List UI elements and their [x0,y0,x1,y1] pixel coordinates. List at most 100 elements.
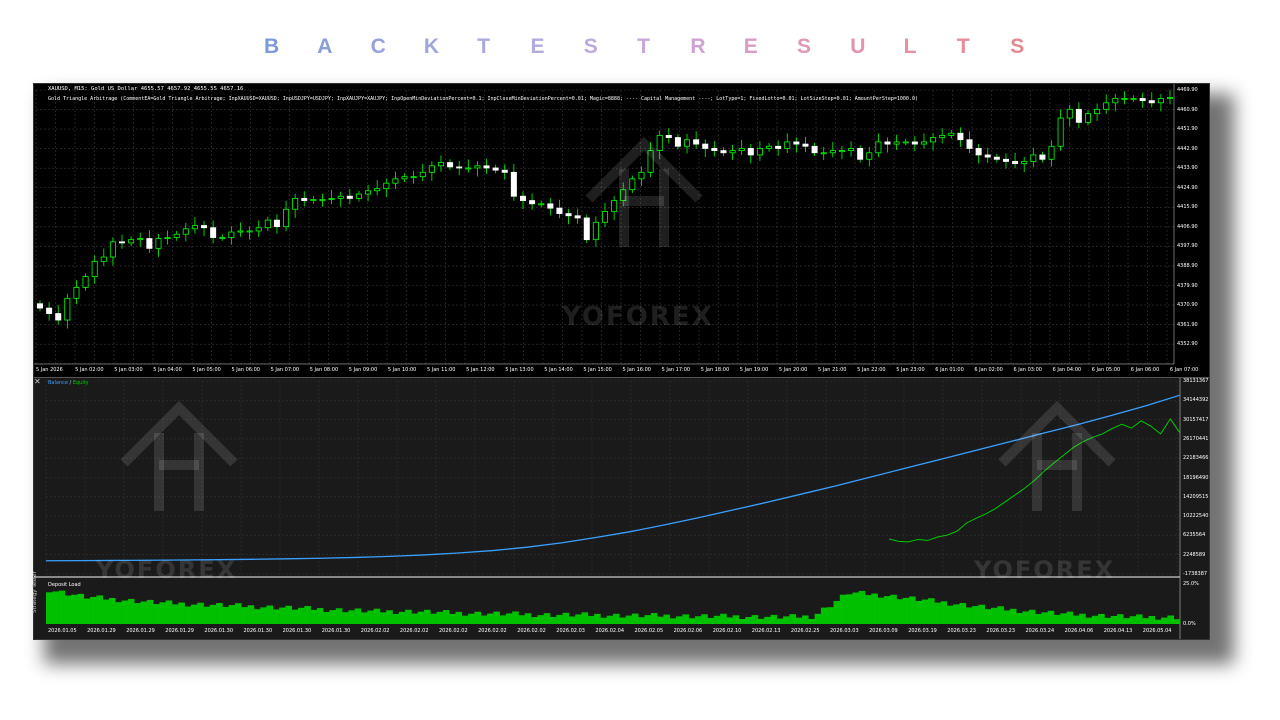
deposit-bar [783,616,790,624]
candle-body [1075,108,1082,123]
candle-body [838,150,845,153]
deposit-bar [1009,608,1017,624]
deposit-bar [398,611,406,624]
candle-body [401,176,408,180]
date-tick-label: 2026.02.02 [517,628,546,634]
deposit-bar [940,601,948,624]
close-icon[interactable]: ✕ [34,378,42,386]
candle-body [629,178,636,191]
deposit-bar [613,613,620,624]
date-tick-label: 2026.02.13 [751,628,781,634]
candle-body [510,171,517,197]
balance-chart-canvas [34,378,1181,639]
deposit-bar [58,590,66,624]
deposit-bar [1079,613,1086,624]
deposit-bar [1129,616,1137,624]
tester-grid [45,380,1180,575]
candle-body [301,197,308,201]
candle-body [611,200,618,212]
time-tick-label: 5 Jan 17:00 [661,367,691,373]
deposit-bar [354,608,362,624]
candle-body [920,141,927,145]
candle-body [492,167,499,171]
date-tick-label: 2026.03.23 [947,628,976,634]
candle-body [766,145,773,149]
time-tick-label: 5 Jan 11:00 [427,367,456,373]
deposit-bar [946,605,954,624]
deposit-bar [455,611,463,624]
heading-letter: R [690,35,706,58]
deposit-bar [1003,610,1011,624]
date-tick-label: 2026.01.30 [282,628,312,634]
strategy-tester-tab[interactable]: Strategy Tester [32,571,38,613]
deposit-bar [1154,619,1162,624]
candle-body [1167,96,1174,99]
heading-letter: T [637,35,650,58]
candle-body [100,256,107,262]
time-tick-label: 6 Jan 07:00 [1169,367,1199,373]
balance-tick-label: 6235564 [1183,532,1206,539]
candle-body [1066,108,1073,119]
deposit-bar [934,602,941,624]
time-tick-label: 5 Jan 12:00 [466,367,495,373]
candle-body [993,156,1000,160]
price-chart-canvas[interactable] [34,84,1209,377]
date-tick-label: 2026.02.02 [399,628,429,634]
deposit-bar [71,594,78,624]
price-tick-label: 4442.90 [1177,145,1198,152]
deposit-bar [1035,613,1042,624]
deposit-scale-min: 0.0% [1183,621,1196,627]
deposit-bar [531,617,538,624]
time-tick-label: 5 Jan 22:00 [857,367,886,373]
price-tick-label: 4406.90 [1177,223,1198,230]
deposit-bar [430,613,437,624]
balance-line [45,394,1181,562]
deposit-bar [1016,612,1023,624]
deposit-bar [871,593,878,624]
time-tick-label: 5 Jan 08:00 [309,367,339,373]
deposit-bar [575,614,582,624]
deposit-bar [732,615,740,624]
candle-body [392,178,399,184]
candle-body [328,197,335,200]
deposit-bar [701,614,708,624]
deposit-bar [896,599,904,624]
candle-body [602,211,609,223]
deposit-bar [1167,615,1174,624]
candle-body [1103,102,1110,110]
deposit-bar [1085,617,1093,624]
deposit-bar [1098,613,1105,624]
balance-tick-label: 10222540 [1183,513,1209,520]
date-tick-label: 2026.05.04 [1142,628,1172,634]
date-tick-label: 2026.02.03 [556,628,585,634]
strategy-tester[interactable]: ✕ Balance / Equity Strategy Tester 38131… [32,378,1209,639]
deposit-bar [820,607,828,624]
time-tick-label: 5 Jan 05:00 [192,367,221,373]
price-tick-label: 4469.90 [1177,87,1198,93]
candle-body [1121,98,1128,100]
candle-body [237,230,244,233]
deposit-bar [184,606,192,624]
time-tick-label: 5 Jan 20:00 [778,367,808,373]
time-tick-label: 6 Jan 04:00 [1052,367,1082,373]
candle-body [246,230,253,233]
candle-body [182,228,189,235]
price-tick-label: 4424.90 [1177,184,1198,191]
candle-body [647,150,654,173]
deposit-bar [865,595,872,624]
deposit-bar [694,616,702,624]
candle-body [811,145,818,154]
deposit-bar [493,611,500,624]
candle-body [1112,98,1119,104]
deposit-bar [1161,617,1168,624]
deposit-bar [424,609,431,624]
candle-body [738,148,745,152]
deposit-bar [562,612,570,624]
deposit-bar [631,613,639,624]
heading-letter: L [903,35,917,58]
deposit-bar [959,603,967,624]
deposit-bar [518,615,526,624]
deposit-bar [329,610,337,624]
deposit-bar [1110,616,1118,624]
tester-legend: Balance / Equity [48,380,89,386]
